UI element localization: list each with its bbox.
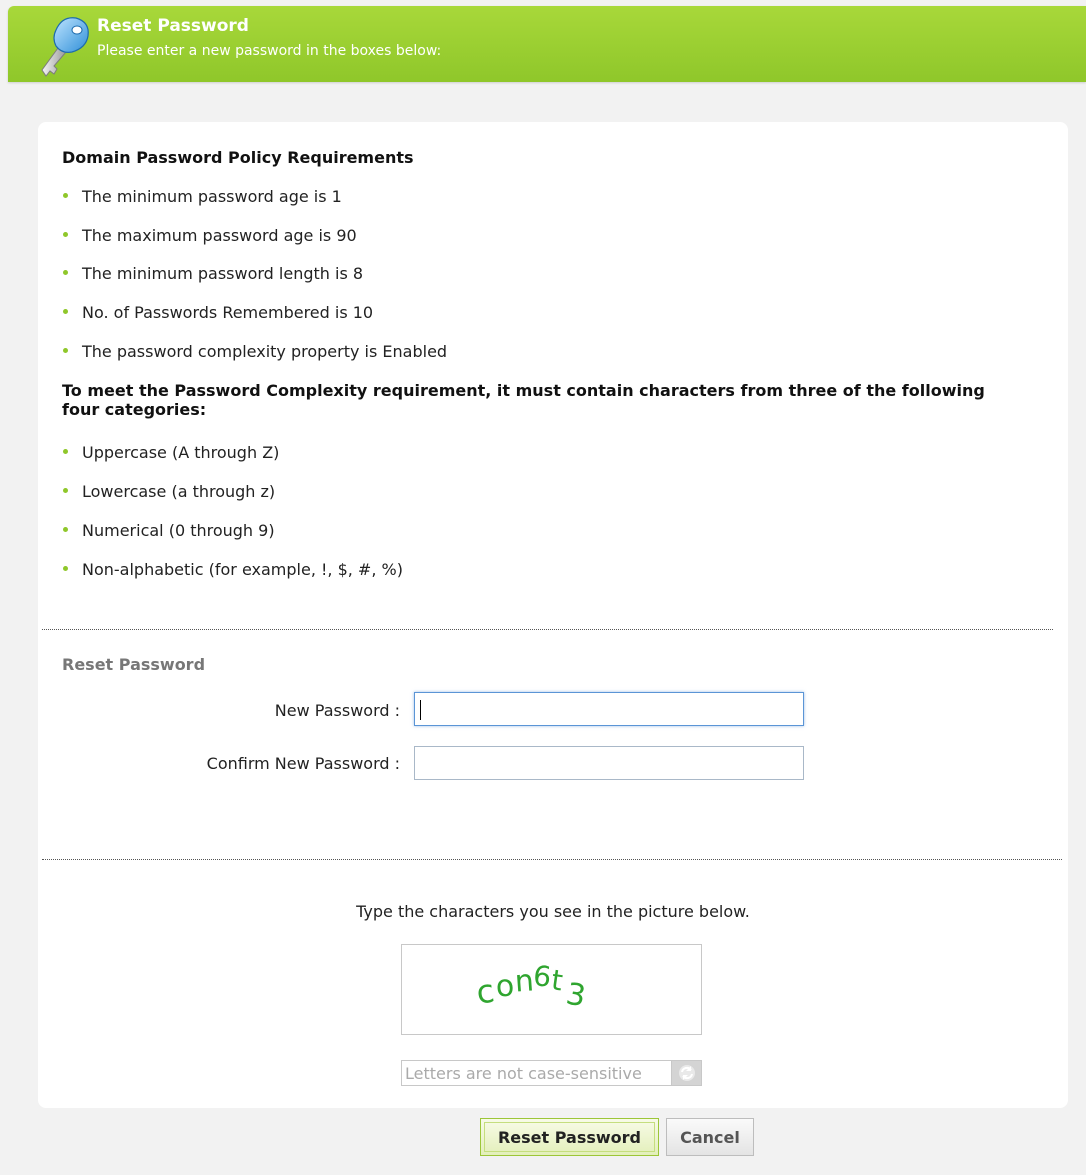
captcha-char: 3 [563, 977, 588, 1015]
captcha-char: c [474, 972, 497, 1012]
refresh-icon [678, 1065, 695, 1081]
complexity-item: Uppercase (A through Z) [62, 443, 279, 462]
complexity-item: Non-alphabetic (for example, !, $, #, %) [62, 560, 403, 579]
bullet-icon [63, 449, 68, 454]
policy-item-text: No. of Passwords Remembered is 10 [82, 303, 374, 322]
captcha-image: c o n 6 t 3 [401, 944, 702, 1035]
complexity-item-text: Lowercase (a through z) [82, 482, 276, 501]
policy-item: The password complexity property is Enab… [62, 342, 447, 361]
bullet-icon [63, 348, 68, 353]
complexity-item-text: Uppercase (A through Z) [82, 443, 280, 462]
reset-section-title: Reset Password [62, 655, 206, 674]
page-subtitle: Please enter a new password in the boxes… [97, 43, 442, 59]
policy-heading: Domain Password Policy Requirements [62, 148, 414, 167]
policy-item-text: The password complexity property is Enab… [82, 342, 448, 361]
complexity-item-text: Numerical (0 through 9) [82, 521, 275, 540]
header-banner: Reset Password Please enter a new passwo… [8, 6, 1086, 82]
bullet-icon [63, 527, 68, 532]
section-divider [42, 859, 1062, 860]
policy-item-text: The minimum password age is 1 [82, 187, 342, 206]
new-password-field[interactable] [414, 692, 804, 726]
bullet-icon [63, 566, 68, 571]
captcha-instruction: Type the characters you see in the pictu… [356, 902, 750, 921]
captcha-char: n [514, 963, 535, 999]
policy-item-text: The maximum password age is 90 [82, 226, 357, 245]
bullet-icon [63, 309, 68, 314]
complexity-heading: To meet the Password Complexity requirem… [62, 381, 985, 419]
bullet-icon [63, 232, 68, 237]
reset-password-button[interactable]: Reset Password [480, 1118, 659, 1156]
complexity-item-text: Non-alphabetic (for example, !, $, #, %) [82, 560, 403, 579]
policy-item-text: The minimum password length is 8 [82, 264, 364, 283]
policy-item: The maximum password age is 90 [62, 226, 357, 245]
page-title: Reset Password [97, 16, 249, 36]
bullet-icon [63, 193, 68, 198]
complexity-item: Lowercase (a through z) [62, 482, 275, 501]
policy-item: The minimum password length is 8 [62, 264, 363, 283]
bullet-icon [63, 270, 68, 275]
captcha-char: o [495, 968, 516, 1004]
text-caret [420, 700, 421, 720]
policy-item: No. of Passwords Remembered is 10 [62, 303, 373, 322]
captcha-refresh-button[interactable] [671, 1060, 702, 1086]
confirm-password-label: Confirm New Password : [206, 754, 400, 773]
cancel-button[interactable]: Cancel [666, 1118, 754, 1156]
reset-password-button-label: Reset Password [484, 1122, 655, 1152]
new-password-label: New Password : [274, 701, 400, 720]
confirm-password-field[interactable] [414, 746, 804, 780]
captcha-graphic: c o n 6 t 3 [474, 959, 588, 1015]
key-icon [41, 17, 89, 77]
captcha-input[interactable] [401, 1060, 671, 1086]
bullet-icon [63, 488, 68, 493]
policy-item: The minimum password age is 1 [62, 187, 342, 206]
section-divider [42, 629, 1053, 630]
complexity-item: Numerical (0 through 9) [62, 521, 275, 540]
